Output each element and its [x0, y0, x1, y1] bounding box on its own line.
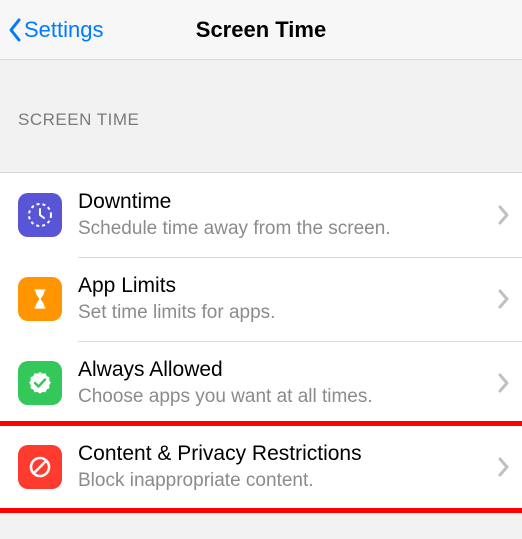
back-label: Settings	[24, 17, 104, 43]
row-title: Downtime	[78, 189, 490, 215]
row-title: Content & Privacy Restrictions	[78, 441, 490, 467]
row-text: Always Allowed Choose apps you want at a…	[78, 357, 490, 409]
row-content-privacy[interactable]: Content & Privacy Restrictions Block ina…	[0, 425, 522, 509]
row-app-limits[interactable]: App Limits Set time limits for apps.	[0, 257, 522, 341]
row-title: App Limits	[78, 273, 490, 299]
row-text: Downtime Schedule time away from the scr…	[78, 189, 490, 241]
navbar: Settings Screen Time	[0, 0, 522, 60]
row-always-allowed[interactable]: Always Allowed Choose apps you want at a…	[0, 341, 522, 425]
hourglass-icon	[18, 277, 62, 321]
chevron-right-icon	[498, 373, 510, 393]
settings-list: Downtime Schedule time away from the scr…	[0, 172, 522, 510]
row-subtitle: Block inappropriate content.	[78, 469, 490, 493]
row-text: Content & Privacy Restrictions Block ina…	[78, 441, 490, 493]
chevron-right-icon	[498, 289, 510, 309]
chevron-right-icon	[498, 205, 510, 225]
row-title: Always Allowed	[78, 357, 490, 383]
chevron-left-icon	[6, 16, 24, 44]
section-header: SCREEN TIME	[0, 60, 522, 140]
row-text: App Limits Set time limits for apps.	[78, 273, 490, 325]
chevron-right-icon	[498, 457, 510, 477]
row-subtitle: Choose apps you want at all times.	[78, 385, 490, 409]
row-subtitle: Schedule time away from the screen.	[78, 217, 490, 241]
row-subtitle: Set time limits for apps.	[78, 301, 490, 325]
no-entry-icon	[18, 445, 62, 489]
row-downtime[interactable]: Downtime Schedule time away from the scr…	[0, 173, 522, 257]
check-seal-icon	[18, 361, 62, 405]
clock-icon	[18, 193, 62, 237]
back-button[interactable]: Settings	[0, 16, 104, 44]
